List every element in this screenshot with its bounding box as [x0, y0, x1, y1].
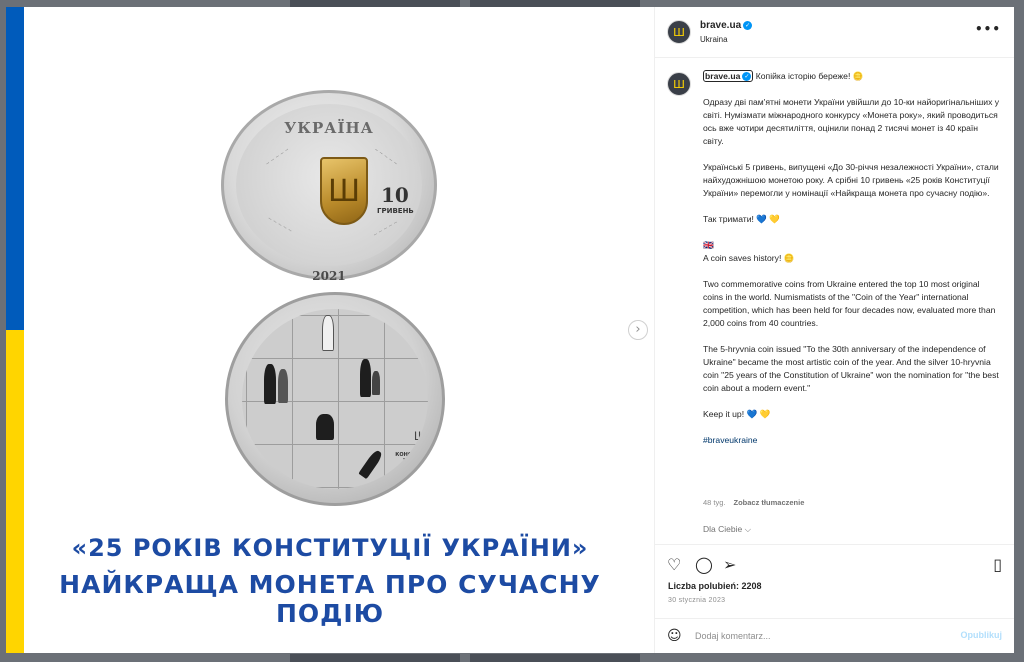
headline-line-1: «25 РОКІВ КОНСТИТУЦІЇ УКРАЇНИ» [71, 534, 589, 562]
coin-script-decoration: ~ ~ ~ ~ ~ [372, 146, 399, 168]
caption-paragraph: Українські 5 гривень, випущені «До 30-рі… [703, 162, 999, 198]
bookmark-icon[interactable]: ▯ [993, 555, 1002, 574]
coin-obverse-field: УКРАЇНА ~ ~ ~ ~ ~ ~ ~ ~ ~ ~ ~ ~ ~ ~ ~ ~ … [236, 104, 422, 283]
background-thumbnail [470, 0, 640, 7]
coin-country-label: УКРАЇНА [284, 119, 374, 137]
coin-puzzle-field: Ш КОНСТИТУЦІЯ УКРАЇНИ [242, 309, 428, 489]
coin-denomination: 10 [381, 183, 409, 207]
post-sidebar: Ш brave.ua ✓ Ukraina ••• Ш brave.ua ✓ Копі… [654, 7, 1014, 653]
coin-script-decoration: ~ ~ ~ ~ ~ [266, 215, 293, 235]
coin-script-decoration: ~ ~ ~ ~ ~ [264, 146, 291, 168]
figure-silhouette [316, 414, 334, 440]
figure-silhouette [358, 448, 384, 480]
translate-link[interactable]: Zobacz tłumaczenie [734, 498, 805, 507]
caption-paragraph: Keep it up! 💙 💛 [703, 409, 771, 419]
coin-denomination-unit: ГРИВЕНЬ [377, 207, 414, 215]
post-modal: УКРАЇНА ~ ~ ~ ~ ~ ~ ~ ~ ~ ~ ~ ~ ~ ~ ~ ~ … [6, 7, 1014, 653]
caption-text: Копійка історію береже! 🪙 [755, 71, 864, 81]
more-options-icon[interactable]: ••• [975, 22, 1001, 36]
chevron-down-icon: ⌵ [744, 524, 752, 534]
heart-icon[interactable]: ♡ [667, 555, 681, 574]
verified-badge-icon: ✓ [742, 72, 752, 82]
caption-paragraph: The 5-hryvnia coin issued "To the 30th a… [703, 344, 999, 393]
comment-bar: ☺ Opublikuj [655, 618, 1014, 653]
background-thumbnail [290, 654, 460, 662]
caption-paragraph: Two commemorative coins from Ukraine ent… [703, 279, 996, 328]
coin-year: 2021 [312, 269, 346, 283]
coin-script-decoration: ~ ~ ~ ~ ~ [372, 219, 399, 239]
caption-paragraph: A coin saves history! 🪙 [703, 253, 795, 263]
headline-line-2: НАЙКРАЩА МОНЕТА ПРО СУЧАСНУ ПОДІЮ [59, 570, 601, 628]
caption-paragraph: Одразу дві пам'ятні монети України увійш… [703, 97, 1000, 146]
post-image[interactable]: УКРАЇНА ~ ~ ~ ~ ~ ~ ~ ~ ~ ~ ~ ~ ~ ~ ~ ~ … [6, 7, 654, 653]
caption-section: Ш brave.ua ✓ Копійка історію береже! 🪙 Од… [655, 59, 1014, 543]
comment-input[interactable] [695, 628, 935, 644]
figure-silhouette [322, 315, 334, 351]
trident-icon: Ш [414, 429, 425, 443]
trident-shield-icon: Ш [320, 157, 368, 225]
publish-button[interactable]: Opublikuj [961, 630, 1003, 640]
coin-obverse: УКРАЇНА ~ ~ ~ ~ ~ ~ ~ ~ ~ ~ ~ ~ ~ ~ ~ ~ … [221, 90, 437, 283]
verified-badge-icon: ✓ [743, 20, 753, 30]
post-date: 30 stycznia 2023 [668, 597, 726, 604]
comment-icon[interactable]: ◯ [695, 555, 713, 574]
flag-stripe-blue [6, 7, 24, 330]
caption-paragraph: 🇬🇧 [703, 240, 714, 250]
figure-silhouette [372, 371, 380, 395]
figure-silhouette [278, 369, 288, 403]
share-icon[interactable]: ➢ [723, 555, 736, 574]
post-location[interactable]: Ukraina [700, 35, 728, 44]
post-caption: brave.ua ✓ Копійка історію береже! 🪙 Одра… [703, 70, 1001, 460]
hashtag-link[interactable]: #braveukraine [703, 434, 1001, 447]
author-username[interactable]: brave.ua ✓ [700, 20, 753, 31]
like-count[interactable]: Liczba polubień: 2208 [668, 581, 762, 591]
figure-silhouette [360, 359, 371, 397]
background-thumbnail [470, 654, 640, 662]
coin-constitution-label: КОНСТИТУЦІЯ УКРАЇНИ [395, 452, 428, 464]
chevron-right-icon[interactable]: › [628, 320, 648, 340]
post-header: Ш brave.ua ✓ Ukraina ••• [655, 7, 1014, 58]
emoji-icon[interactable]: ☺ [667, 628, 682, 644]
avatar[interactable]: Ш [667, 72, 691, 96]
background-thumbnail [290, 0, 460, 7]
for-you-dropdown[interactable]: Dla Ciebie ⌵ [703, 524, 751, 535]
coin-reverse: Ш КОНСТИТУЦІЯ УКРАЇНИ [225, 292, 445, 506]
action-bar: ♡ ◯ ➢ ▯ [655, 544, 1014, 584]
figure-silhouette [264, 364, 276, 404]
caption-paragraph: Так тримати! 💙 💛 [703, 214, 781, 224]
avatar[interactable]: Ш [667, 20, 691, 44]
post-age: 48 tyg. [703, 498, 726, 507]
caption-username[interactable]: brave.ua ✓ [703, 70, 754, 82]
caption-meta: 48 tyg. Zobacz tłumaczenie [703, 498, 804, 507]
